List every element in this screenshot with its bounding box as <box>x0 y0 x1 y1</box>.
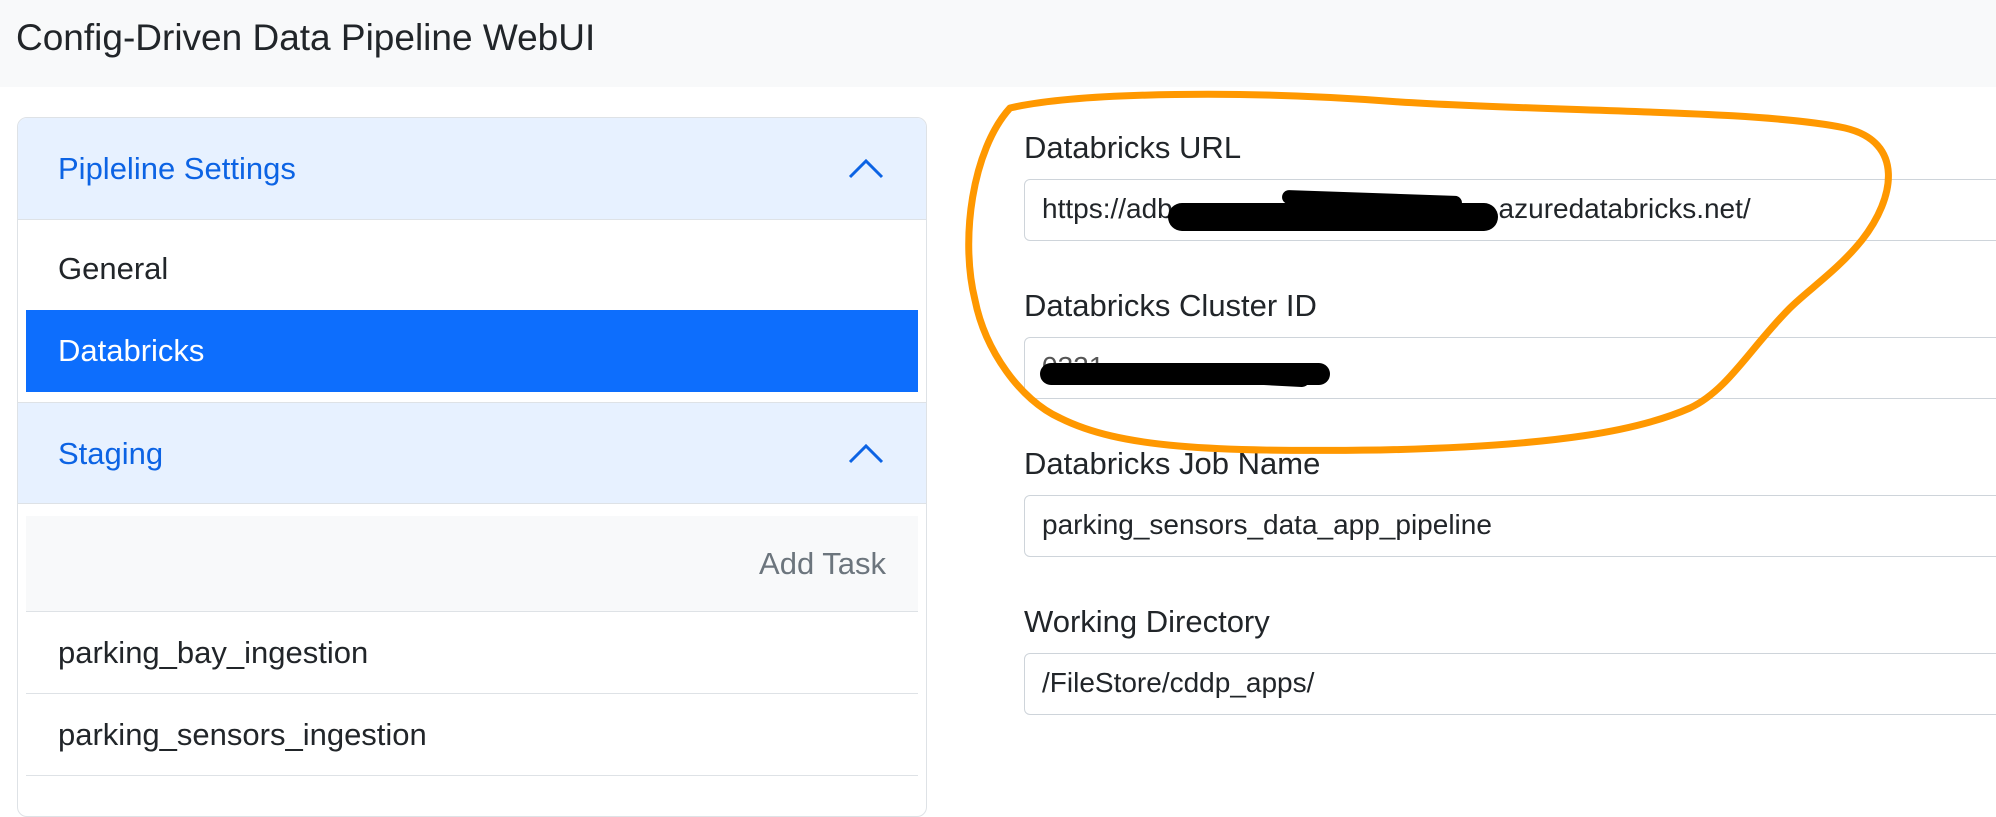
app-title: Config-Driven Data Pipeline WebUI <box>16 17 596 58</box>
sidebar-item-label: General <box>58 251 169 286</box>
add-task-button[interactable]: Add Task <box>759 546 886 582</box>
databricks-url-value-prefix: https://adb <box>1042 193 1173 224</box>
databricks-url-group: Databricks URL https://adb .azuredatabric… <box>1024 130 1996 241</box>
chevron-up-icon[interactable] <box>846 438 886 468</box>
task-item-label: parking_bay_ingestion <box>58 635 369 670</box>
add-task-row: Add Task <box>26 516 918 612</box>
job-name-label: Databricks Job Name <box>1024 446 1321 481</box>
sidebar-accordion: Pipleline Settings General Databricks St… <box>17 117 927 817</box>
navbar: Config-Driven Data Pipeline WebUI <box>0 0 1996 87</box>
task-item-label: parking_sensors_ingestion <box>58 717 427 752</box>
working-directory-group: Working Directory /FileStore/cddp_apps/ <box>1024 604 1996 715</box>
accordion-header-pipeline-settings[interactable]: Pipleline Settings <box>18 118 926 220</box>
task-item-parking-sensors-ingestion[interactable]: parking_sensors_ingestion <box>26 694 918 776</box>
job-name-group: Databricks Job Name parking_sensors_data… <box>1024 446 1996 557</box>
cluster-id-label: Databricks Cluster ID <box>1024 288 1317 323</box>
working-directory-input[interactable]: /FileStore/cddp_apps/ <box>1024 653 1996 715</box>
sidebar-item-general[interactable]: General <box>26 228 918 310</box>
accordion-title: Staging <box>58 436 164 471</box>
accordion-title: Pipleline Settings <box>58 151 296 186</box>
chevron-up-icon[interactable] <box>846 153 886 183</box>
databricks-url-value-suffix: .azuredatabricks.net/ <box>1490 193 1751 224</box>
task-item-parking-bay-ingestion[interactable]: parking_bay_ingestion <box>26 612 918 694</box>
working-directory-label: Working Directory <box>1024 604 1270 639</box>
databricks-url-label: Databricks URL <box>1024 130 1242 165</box>
cluster-id-group: Databricks Cluster ID 0321- <box>1024 288 1996 399</box>
sidebar-item-label: Databricks <box>58 333 205 368</box>
accordion-header-staging[interactable]: Staging <box>18 402 926 504</box>
sidebar-item-databricks[interactable]: Databricks <box>26 310 918 392</box>
job-name-input[interactable]: parking_sensors_data_app_pipeline <box>1024 495 1996 557</box>
